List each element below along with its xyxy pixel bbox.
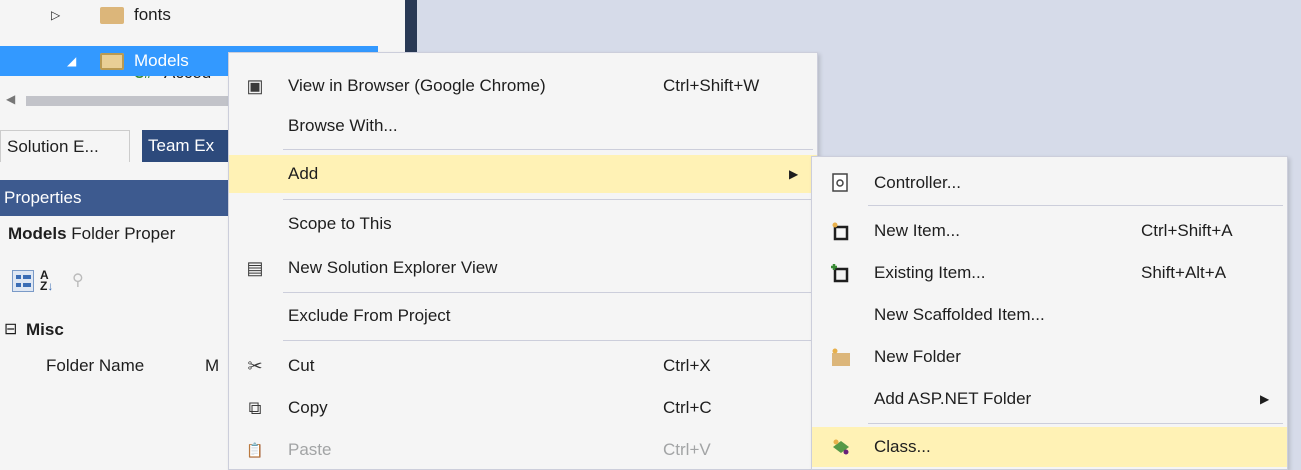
- existing-item-icon: [830, 263, 850, 283]
- menu-item-label: View in Browser (Google Chrome): [288, 76, 546, 95]
- menu-item-shortcut: Shift+Alt+A: [1141, 263, 1227, 282]
- menu-separator: [868, 205, 1283, 206]
- menu-item-new-solution-explorer-view[interactable]: ▤ New Solution Explorer View: [229, 249, 817, 287]
- submenu-item-existing-item[interactable]: Existing Item... Shift+Alt+A: [812, 253, 1287, 293]
- categorized-icon[interactable]: [12, 270, 34, 292]
- menu-item-view-in-browser[interactable]: ▣ View in Browser (Google Chrome) Ctrl+S…: [229, 67, 817, 105]
- menu-item-label: New Item...: [874, 221, 960, 240]
- menu-item-label: New Solution Explorer View: [288, 258, 498, 277]
- category-label: Misc: [26, 320, 64, 339]
- menu-item-add[interactable]: Add ▶: [229, 155, 817, 193]
- menu-item-label: Add: [288, 164, 319, 183]
- menu-item-label: Exclude From Project: [288, 306, 451, 325]
- tree-item-label: Models: [134, 51, 189, 70]
- submenu-arrow-icon: ▶: [789, 167, 799, 181]
- menu-item-label: New Scaffolded Item...: [874, 305, 1045, 324]
- menu-item-shortcut: Ctrl+X: [663, 356, 711, 375]
- properties-subject-type: Folder Proper: [71, 224, 176, 243]
- menu-separator: [283, 340, 813, 341]
- collapse-icon[interactable]: ⊟: [4, 314, 17, 346]
- property-name: Folder Name: [46, 356, 145, 375]
- folder-icon: [100, 7, 124, 24]
- menu-item-exclude-from-project[interactable]: Exclude From Project: [229, 297, 817, 335]
- menu-item-label: Copy: [288, 398, 328, 417]
- add-submenu: Controller... New Item... Ctrl+Shift+A E…: [811, 156, 1288, 470]
- scissors-icon: ✂: [247, 356, 263, 376]
- menu-separator: [283, 149, 813, 150]
- menu-item-paste[interactable]: 📋 Paste Ctrl+V: [229, 431, 817, 469]
- context-menu: ▣ View in Browser (Google Chrome) Ctrl+S…: [228, 52, 818, 470]
- submenu-item-class[interactable]: Class...: [812, 427, 1287, 467]
- submenu-arrow-icon: ▶: [1260, 392, 1270, 406]
- menu-item-shortcut: Ctrl+Shift+W: [663, 76, 760, 95]
- menu-separator: [283, 292, 813, 293]
- alphabetical-sort-icon[interactable]: A Z↓: [40, 269, 62, 292]
- menu-item-shortcut: Ctrl+Shift+A: [1141, 221, 1233, 240]
- new-folder-icon: [830, 347, 850, 367]
- properties-subject-name: Models: [8, 224, 67, 243]
- collapse-arrow-icon[interactable]: ◢: [67, 46, 76, 76]
- class-icon: [830, 437, 850, 457]
- submenu-item-new-scaffolded-item[interactable]: New Scaffolded Item...: [812, 295, 1287, 335]
- copy-icon: ⧉: [248, 398, 262, 418]
- menu-item-label: Class...: [874, 437, 931, 456]
- submenu-item-controller[interactable]: Controller...: [812, 163, 1287, 203]
- tab-solution-explorer[interactable]: Solution E...: [0, 130, 130, 162]
- menu-item-label: Controller...: [874, 173, 961, 192]
- submenu-item-add-aspnet-folder[interactable]: Add ASP.NET Folder ▶: [812, 379, 1287, 419]
- submenu-item-new-folder[interactable]: New Folder: [812, 337, 1287, 377]
- browser-icon: ▣: [246, 76, 264, 96]
- property-pages-icon[interactable]: ⚲: [72, 270, 94, 292]
- new-item-icon: [830, 221, 850, 241]
- new-view-icon: ▤: [246, 258, 264, 278]
- menu-item-label: Scope to This: [288, 214, 392, 233]
- menu-item-browse-with[interactable]: Browse With...: [229, 107, 817, 145]
- submenu-item-new-item[interactable]: New Item... Ctrl+Shift+A: [812, 211, 1287, 251]
- menu-item-shortcut: Ctrl+C: [663, 398, 712, 417]
- menu-separator: [283, 199, 813, 200]
- menu-item-label: Add ASP.NET Folder: [874, 389, 1032, 408]
- tree-item-fonts[interactable]: ▷ fonts: [0, 0, 378, 30]
- tree-item-label: fonts: [134, 5, 171, 24]
- expand-arrow-icon[interactable]: ▷: [51, 0, 60, 30]
- menu-item-copy[interactable]: ⧉ Copy Ctrl+C: [229, 389, 817, 427]
- menu-separator: [868, 423, 1283, 424]
- menu-item-scope-to-this[interactable]: Scope to This: [229, 205, 817, 243]
- csharp-file-icon: C#: [134, 76, 152, 88]
- scroll-left-icon[interactable]: ◀: [6, 92, 15, 106]
- menu-item-shortcut: Ctrl+V: [663, 440, 711, 459]
- controller-icon: [830, 173, 850, 193]
- open-folder-icon: [100, 53, 124, 70]
- menu-item-label: New Folder: [874, 347, 961, 366]
- menu-item-cut[interactable]: ✂ Cut Ctrl+X: [229, 347, 817, 385]
- menu-item-label: Cut: [288, 356, 315, 375]
- paste-icon: 📋: [246, 442, 264, 458]
- menu-item-label: Browse With...: [288, 116, 398, 135]
- menu-item-label: Paste: [288, 440, 332, 459]
- menu-item-label: Existing Item...: [874, 263, 986, 282]
- tree-item-label: Accou: [164, 76, 211, 88]
- property-value[interactable]: M: [205, 350, 219, 382]
